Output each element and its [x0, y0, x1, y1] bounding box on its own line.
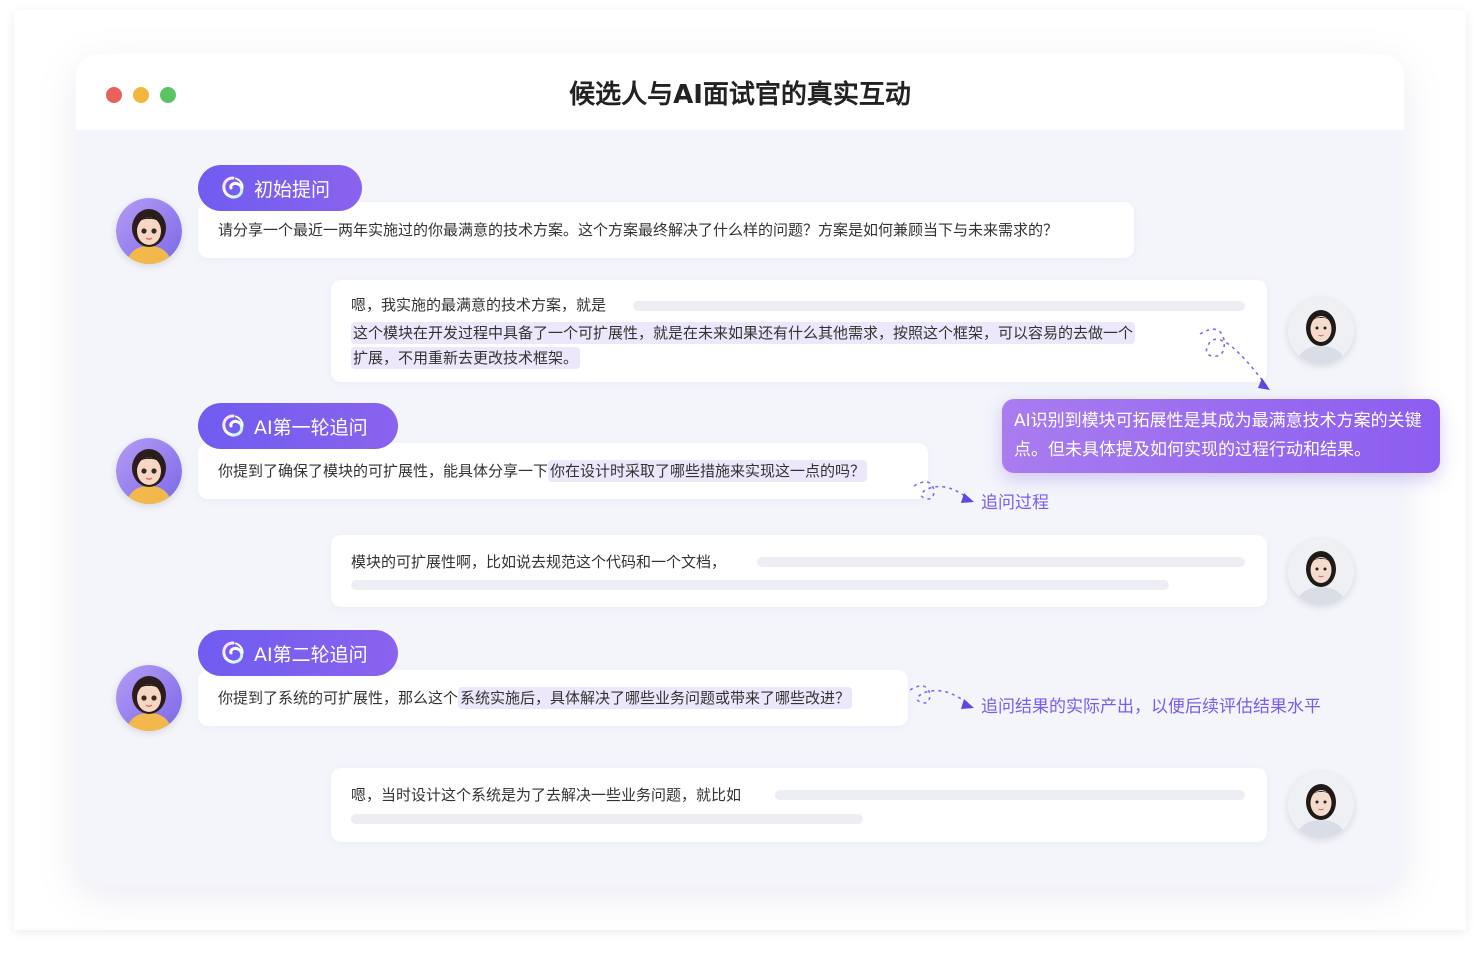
interviewer-avatar-icon	[116, 198, 182, 264]
question-tag-label: AI第二轮追问	[254, 643, 368, 666]
question-highlight: 你在设计时采取了哪些措施来实现这一点的吗？	[548, 460, 868, 482]
candidate-avatar-icon	[1288, 772, 1354, 838]
answer-bubble-1: 嗯，我实施的最满意的技术方案，就是 这个模块在开发过程中具备了一个可扩展性，就是…	[331, 280, 1267, 382]
text-placeholder	[775, 790, 1245, 800]
question-tag-initial: 初始提问	[198, 165, 362, 211]
question-text: 你提到了确保了模块的可扩展性，能具体分享一下 你在设计时采取了哪些措施来实现这一点…	[218, 443, 868, 499]
text-placeholder	[633, 301, 1245, 311]
answer-bubble-3: 嗯，当时设计这个系统是为了去解决一些业务问题，就比如	[331, 768, 1267, 842]
answer-highlight: 这个模块在开发过程中具备了一个可扩展性，就是在未来如果还有什么其他需求，按照这个…	[351, 322, 1136, 344]
candidate-avatar-icon	[1288, 539, 1354, 605]
page-title: 候选人与AI面试官的真实互动	[569, 80, 911, 110]
ai-insight-annotation: AI识别到模块可拓展性是其成为最满意技术方案的关键点。但未具体提及如何实现的过程…	[1002, 399, 1440, 473]
question-tag-label: AI第一轮追问	[254, 416, 368, 439]
question-tag-label: 初始提问	[254, 178, 331, 201]
ai-swirl-icon	[222, 641, 245, 664]
candidate-avatar-icon	[1288, 298, 1354, 364]
question-tag-followup-1: AI第一轮追问	[198, 403, 398, 449]
followup-process-label: 追问过程	[981, 493, 1049, 513]
dotted-arrow-icon	[913, 481, 974, 503]
question-text: 你提到了系统的可扩展性，那么这个 系统实施后，具体解决了哪些业务问题或带来了哪些改…	[218, 670, 853, 726]
answer-line: 嗯，我实施的最满意的技术方案，就是	[351, 296, 607, 314]
answer-line: 模块的可扩展性啊，比如说去规范这个代码和一个文档，	[351, 553, 727, 571]
interviewer-avatar-icon	[116, 665, 182, 731]
answer-highlight: 扩展，不用重新去更改技术框架。	[351, 347, 581, 369]
interviewer-avatar-icon	[116, 438, 182, 504]
answer-line: 嗯，当时设计这个系统是为了去解决一些业务问题，就比如	[351, 786, 742, 804]
question-tag-followup-2: AI第二轮追问	[198, 630, 398, 676]
dotted-arrow-icon	[1199, 328, 1270, 390]
question-bubble-followup-1: 你提到了确保了模块的可扩展性，能具体分享一下 你在设计时采取了哪些措施来实现这一点…	[198, 443, 928, 499]
text-placeholder	[351, 814, 863, 824]
followup-result-label: 追问结果的实际产出，以便后续评估结果水平	[981, 697, 1321, 717]
answer-line-highlight-wrap: 这个模块在开发过程中具备了一个可扩展性，就是在未来如果还有什么其他需求，按照这个…	[351, 322, 1136, 344]
question-text-prefix: 你提到了系统的可扩展性，那么这个	[218, 689, 459, 707]
title-bar: 候选人与AI面试官的真实互动	[76, 54, 1404, 130]
answer-line-highlight-wrap: 扩展，不用重新去更改技术框架。	[351, 347, 581, 369]
dotted-arrow-icon	[909, 685, 974, 709]
answer-bubble-2: 模块的可扩展性啊，比如说去规范这个代码和一个文档，	[331, 535, 1267, 607]
text-placeholder	[351, 580, 1169, 590]
question-highlight: 系统实施后，具体解决了哪些业务问题或带来了哪些改进？	[458, 687, 853, 709]
ai-swirl-icon	[222, 176, 245, 199]
question-text-prefix: 你提到了确保了模块的可扩展性，能具体分享一下	[218, 462, 549, 480]
question-bubble-followup-2: 你提到了系统的可扩展性，那么这个 系统实施后，具体解决了哪些业务问题或带来了哪些改…	[198, 670, 908, 726]
ai-swirl-icon	[222, 414, 245, 437]
text-placeholder	[757, 557, 1245, 567]
